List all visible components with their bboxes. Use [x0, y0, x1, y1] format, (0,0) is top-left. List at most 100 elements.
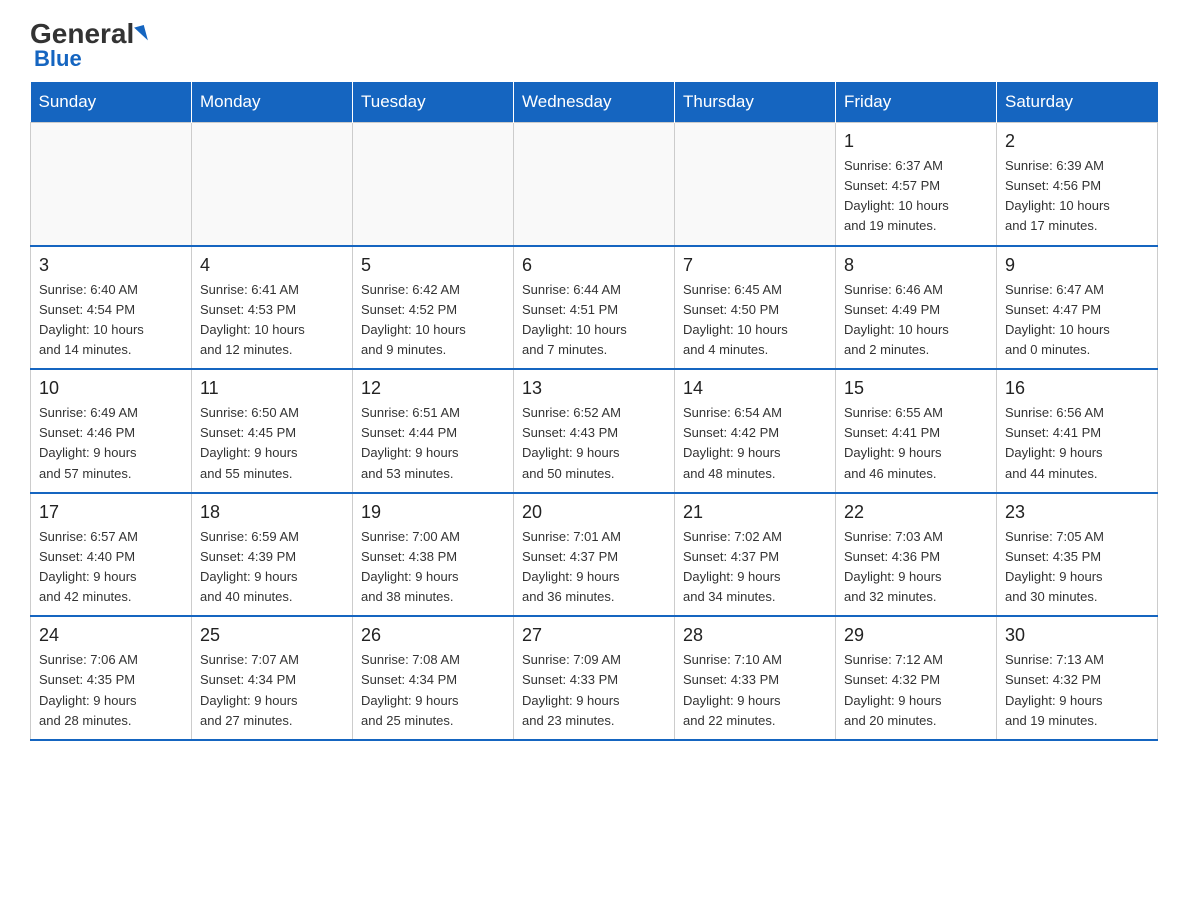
cell-sun-info: Sunrise: 7:01 AM Sunset: 4:37 PM Dayligh…	[522, 527, 666, 608]
calendar-cell: 24 Sunrise: 7:06 AM Sunset: 4:35 PM Dayli…	[31, 616, 192, 740]
calendar-week-2: 3 Sunrise: 6:40 AM Sunset: 4:54 PM Daylig…	[31, 246, 1158, 370]
weekday-header-friday: Friday	[836, 82, 997, 123]
calendar-cell: 22Sunrise: 7:03 AM Sunset: 4:36 PM Dayli…	[836, 493, 997, 617]
calendar-cell: 17 Sunrise: 6:57 AM Sunset: 4:40 PM Dayli…	[31, 493, 192, 617]
calendar-header: SundayMondayTuesdayWednesdayThursdayFrid…	[31, 82, 1158, 123]
cell-date-number: 19	[361, 502, 505, 523]
cell-sun-info: Sunrise: 7:02 AM Sunset: 4:37 PM Dayligh…	[683, 527, 827, 608]
calendar-cell: 30Sunrise: 7:13 AM Sunset: 4:32 PM Dayli…	[997, 616, 1158, 740]
weekday-header-wednesday: Wednesday	[514, 82, 675, 123]
cell-date-number: 12	[361, 378, 505, 399]
cell-sun-info: Sunrise: 6:50 AM Sunset: 4:45 PM Dayligh…	[200, 403, 344, 484]
calendar-table: SundayMondayTuesdayWednesdayThursdayFrid…	[30, 82, 1158, 741]
cell-date-number: 8	[844, 255, 988, 276]
weekday-header-sunday: Sunday	[31, 82, 192, 123]
cell-date-number: 30	[1005, 625, 1149, 646]
cell-date-number: 25	[200, 625, 344, 646]
cell-sun-info: Sunrise: 6:59 AM Sunset: 4:39 PM Dayligh…	[200, 527, 344, 608]
cell-sun-info: Sunrise: 6:55 AM Sunset: 4:41 PM Dayligh…	[844, 403, 988, 484]
cell-sun-info: Sunrise: 6:47 AM Sunset: 4:47 PM Dayligh…	[1005, 280, 1149, 361]
calendar-cell: 26 Sunrise: 7:08 AM Sunset: 4:34 PM Dayli…	[353, 616, 514, 740]
cell-date-number: 10	[39, 378, 183, 399]
cell-date-number: 7	[683, 255, 827, 276]
logo-blue: Blue	[34, 46, 82, 72]
cell-sun-info: Sunrise: 6:39 AM Sunset: 4:56 PM Dayligh…	[1005, 156, 1149, 237]
cell-date-number: 18	[200, 502, 344, 523]
cell-date-number: 2	[1005, 131, 1149, 152]
cell-date-number: 26	[361, 625, 505, 646]
calendar-cell: 14 Sunrise: 6:54 AM Sunset: 4:42 PM Dayli…	[675, 369, 836, 493]
cell-date-number: 14	[683, 378, 827, 399]
cell-date-number: 11	[200, 378, 344, 399]
cell-sun-info: Sunrise: 6:40 AM Sunset: 4:54 PM Dayligh…	[39, 280, 183, 361]
weekday-header-saturday: Saturday	[997, 82, 1158, 123]
cell-sun-info: Sunrise: 6:42 AM Sunset: 4:52 PM Dayligh…	[361, 280, 505, 361]
calendar-cell: 25Sunrise: 7:07 AM Sunset: 4:34 PM Dayli…	[192, 616, 353, 740]
cell-sun-info: Sunrise: 7:06 AM Sunset: 4:35 PM Dayligh…	[39, 650, 183, 731]
cell-date-number: 5	[361, 255, 505, 276]
weekday-header-tuesday: Tuesday	[353, 82, 514, 123]
calendar-week-5: 24 Sunrise: 7:06 AM Sunset: 4:35 PM Dayli…	[31, 616, 1158, 740]
cell-date-number: 17	[39, 502, 183, 523]
cell-sun-info: Sunrise: 7:05 AM Sunset: 4:35 PM Dayligh…	[1005, 527, 1149, 608]
calendar-cell: 20Sunrise: 7:01 AM Sunset: 4:37 PM Dayli…	[514, 493, 675, 617]
calendar-cell: 8 Sunrise: 6:46 AM Sunset: 4:49 PM Daylig…	[836, 246, 997, 370]
calendar-cell: 28Sunrise: 7:10 AM Sunset: 4:33 PM Dayli…	[675, 616, 836, 740]
cell-date-number: 16	[1005, 378, 1149, 399]
calendar-cell: 27 Sunrise: 7:09 AM Sunset: 4:33 PM Dayli…	[514, 616, 675, 740]
cell-date-number: 13	[522, 378, 666, 399]
calendar-week-1: 1 Sunrise: 6:37 AM Sunset: 4:57 PM Daylig…	[31, 123, 1158, 246]
calendar-cell	[353, 123, 514, 246]
cell-sun-info: Sunrise: 6:52 AM Sunset: 4:43 PM Dayligh…	[522, 403, 666, 484]
cell-sun-info: Sunrise: 6:57 AM Sunset: 4:40 PM Dayligh…	[39, 527, 183, 608]
weekday-row: SundayMondayTuesdayWednesdayThursdayFrid…	[31, 82, 1158, 123]
cell-sun-info: Sunrise: 6:46 AM Sunset: 4:49 PM Dayligh…	[844, 280, 988, 361]
calendar-cell: 5 Sunrise: 6:42 AM Sunset: 4:52 PM Daylig…	[353, 246, 514, 370]
cell-date-number: 27	[522, 625, 666, 646]
cell-sun-info: Sunrise: 7:09 AM Sunset: 4:33 PM Dayligh…	[522, 650, 666, 731]
calendar-cell: 10 Sunrise: 6:49 AM Sunset: 4:46 PM Dayli…	[31, 369, 192, 493]
weekday-header-thursday: Thursday	[675, 82, 836, 123]
cell-date-number: 23	[1005, 502, 1149, 523]
cell-date-number: 22	[844, 502, 988, 523]
cell-sun-info: Sunrise: 6:45 AM Sunset: 4:50 PM Dayligh…	[683, 280, 827, 361]
calendar-cell: 9 Sunrise: 6:47 AM Sunset: 4:47 PM Daylig…	[997, 246, 1158, 370]
cell-date-number: 6	[522, 255, 666, 276]
weekday-header-monday: Monday	[192, 82, 353, 123]
calendar-cell: 1 Sunrise: 6:37 AM Sunset: 4:57 PM Daylig…	[836, 123, 997, 246]
cell-sun-info: Sunrise: 6:37 AM Sunset: 4:57 PM Dayligh…	[844, 156, 988, 237]
cell-sun-info: Sunrise: 6:44 AM Sunset: 4:51 PM Dayligh…	[522, 280, 666, 361]
calendar-cell: 4Sunrise: 6:41 AM Sunset: 4:53 PM Daylig…	[192, 246, 353, 370]
calendar-cell	[192, 123, 353, 246]
calendar-cell	[675, 123, 836, 246]
cell-date-number: 1	[844, 131, 988, 152]
cell-sun-info: Sunrise: 7:10 AM Sunset: 4:33 PM Dayligh…	[683, 650, 827, 731]
calendar-cell	[31, 123, 192, 246]
calendar-cell: 2 Sunrise: 6:39 AM Sunset: 4:56 PM Daylig…	[997, 123, 1158, 246]
calendar-cell: 21 Sunrise: 7:02 AM Sunset: 4:37 PM Dayli…	[675, 493, 836, 617]
cell-date-number: 15	[844, 378, 988, 399]
calendar-week-3: 10 Sunrise: 6:49 AM Sunset: 4:46 PM Dayli…	[31, 369, 1158, 493]
calendar-cell: 3 Sunrise: 6:40 AM Sunset: 4:54 PM Daylig…	[31, 246, 192, 370]
cell-sun-info: Sunrise: 7:00 AM Sunset: 4:38 PM Dayligh…	[361, 527, 505, 608]
cell-date-number: 21	[683, 502, 827, 523]
cell-date-number: 24	[39, 625, 183, 646]
calendar-body: 1 Sunrise: 6:37 AM Sunset: 4:57 PM Daylig…	[31, 123, 1158, 740]
calendar-cell: 19 Sunrise: 7:00 AM Sunset: 4:38 PM Dayli…	[353, 493, 514, 617]
cell-sun-info: Sunrise: 6:49 AM Sunset: 4:46 PM Dayligh…	[39, 403, 183, 484]
cell-date-number: 29	[844, 625, 988, 646]
cell-sun-info: Sunrise: 6:56 AM Sunset: 4:41 PM Dayligh…	[1005, 403, 1149, 484]
calendar-cell: 13 Sunrise: 6:52 AM Sunset: 4:43 PM Dayli…	[514, 369, 675, 493]
calendar-cell: 6 Sunrise: 6:44 AM Sunset: 4:51 PM Daylig…	[514, 246, 675, 370]
cell-sun-info: Sunrise: 6:54 AM Sunset: 4:42 PM Dayligh…	[683, 403, 827, 484]
cell-sun-info: Sunrise: 7:08 AM Sunset: 4:34 PM Dayligh…	[361, 650, 505, 731]
calendar-cell: 7 Sunrise: 6:45 AM Sunset: 4:50 PM Daylig…	[675, 246, 836, 370]
cell-sun-info: Sunrise: 6:51 AM Sunset: 4:44 PM Dayligh…	[361, 403, 505, 484]
calendar-cell: 16 Sunrise: 6:56 AM Sunset: 4:41 PM Dayli…	[997, 369, 1158, 493]
logo-general: General	[30, 20, 134, 48]
calendar-cell: 11 Sunrise: 6:50 AM Sunset: 4:45 PM Dayli…	[192, 369, 353, 493]
calendar-cell	[514, 123, 675, 246]
cell-date-number: 3	[39, 255, 183, 276]
logo: General Blue	[30, 20, 146, 72]
cell-date-number: 9	[1005, 255, 1149, 276]
